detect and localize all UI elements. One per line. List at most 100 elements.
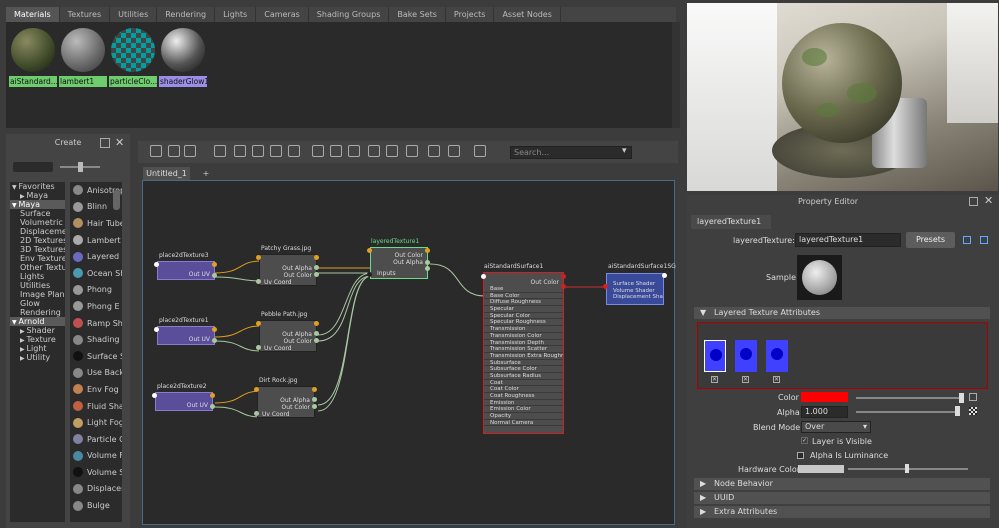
connection-port[interactable] [314, 331, 319, 336]
float-panel-icon[interactable] [969, 197, 978, 206]
shader-attribute[interactable]: Opacity [484, 413, 563, 420]
node-patchy[interactable]: Out Alpha Out Color Uv Coord [259, 254, 317, 286]
create-node-item[interactable]: Displacement [70, 481, 122, 498]
connection-port[interactable] [210, 404, 215, 409]
shader-attribute[interactable]: Specular Roughness [484, 319, 563, 327]
toolbar-button[interactable] [252, 145, 264, 157]
material-swatch[interactable]: shaderGlow1 [159, 25, 207, 87]
connection-port[interactable] [312, 397, 317, 402]
shader-attribute[interactable]: Normal Camera [484, 420, 563, 427]
sg-attribute[interactable]: Surface Shader [607, 281, 663, 288]
tree-item[interactable]: Image Planes [10, 290, 65, 299]
section-extra-attributes[interactable]: ▶ Extra Attributes [694, 506, 990, 518]
section-uuid[interactable]: ▶ UUID [694, 492, 990, 504]
shader-attribute[interactable]: Emission [484, 400, 563, 407]
toolbar-button[interactable] [406, 145, 418, 157]
color-slider[interactable] [856, 397, 960, 399]
tree-item[interactable]: Env Textures [10, 254, 65, 263]
toolbar-button[interactable] [150, 145, 162, 157]
tree-item[interactable]: Utilities [10, 281, 65, 290]
node-sg[interactable]: Surface Shader Volume Shader Displacement … [606, 273, 664, 305]
remove-layer-icon[interactable]: ✕ [711, 376, 718, 383]
connection-port[interactable] [256, 279, 261, 284]
layer-visible-checkbox[interactable]: ✓ [801, 437, 808, 444]
slider-knob[interactable] [78, 162, 83, 172]
create-node-item[interactable]: Layered [70, 248, 122, 265]
slider-knob[interactable] [955, 406, 960, 416]
connection-port[interactable] [212, 262, 217, 267]
alpha-luminance-checkbox[interactable] [797, 452, 804, 459]
connection-port[interactable] [256, 345, 261, 350]
tab-projects[interactable]: Projects [446, 7, 495, 22]
create-node-item[interactable]: Particle Cloud [70, 431, 122, 448]
tree-item[interactable]: ▶ Light [10, 344, 65, 353]
shader-attribute[interactable]: Coat [484, 380, 563, 387]
connection-port[interactable] [254, 411, 259, 416]
alpha-field[interactable]: 1.000 [801, 406, 848, 418]
remove-layer-icon[interactable]: ✕ [773, 376, 780, 383]
create-node-item[interactable]: Light Fog [70, 414, 122, 431]
tree-item[interactable]: 2D Textures [10, 236, 65, 245]
tab-textures[interactable]: Textures [60, 7, 111, 22]
tree-item[interactable]: Displacement [10, 227, 65, 236]
focus-icon[interactable] [963, 236, 971, 244]
tree-item[interactable]: ▼ Favorites [10, 182, 65, 191]
shader-attribute[interactable]: Coat Color [484, 386, 563, 393]
tab-materials[interactable]: Materials [6, 7, 60, 22]
node-p2[interactable]: Out UV [155, 392, 213, 411]
create-node-item[interactable]: Use Background [70, 365, 122, 382]
toolbar-button[interactable] [168, 145, 180, 157]
create-node-item[interactable]: Bulge [70, 497, 122, 514]
connection-port[interactable] [314, 272, 319, 277]
connection-port[interactable] [603, 284, 608, 289]
toolbar-button[interactable] [386, 145, 398, 157]
slider-knob[interactable] [959, 393, 964, 403]
shader-attribute[interactable]: Transmission Color [484, 333, 563, 340]
tree-item[interactable]: ▶ Texture [10, 335, 65, 344]
swatch-scrollbar[interactable] [672, 22, 680, 128]
toolbar-button[interactable] [312, 145, 324, 157]
node-p1[interactable]: Out UV [157, 326, 215, 345]
toolbar-button[interactable] [348, 145, 360, 157]
create-node-item[interactable]: Lambert [70, 232, 122, 249]
material-swatch[interactable]: aiStandard... [9, 25, 57, 87]
connection-port[interactable] [212, 327, 217, 332]
shader-attribute[interactable]: Base Color [484, 293, 563, 300]
shader-attribute[interactable]: Diffuse Roughness [484, 299, 563, 307]
material-swatch[interactable]: lambert1 [59, 25, 107, 87]
close-icon[interactable]: ✕ [984, 194, 993, 207]
close-icon[interactable]: ✕ [115, 136, 124, 149]
tree-item[interactable]: ▶ Utility [10, 353, 65, 362]
create-node-item[interactable]: Shading Map [70, 331, 122, 348]
shader-attribute[interactable]: Transmission Extra Roughness [484, 353, 563, 360]
shader-attribute[interactable]: Transmission [484, 326, 563, 333]
connection-port[interactable] [210, 393, 215, 398]
node-layered[interactable]: Out Color Out Alpha Inputs [370, 247, 428, 279]
connection-port[interactable] [212, 273, 217, 278]
connection-port[interactable] [314, 265, 319, 270]
node-p3[interactable]: Out UV [157, 261, 215, 280]
tree-item[interactable]: Surface [10, 209, 65, 218]
toolbar-button[interactable] [270, 145, 282, 157]
connection-port[interactable] [314, 255, 319, 260]
node-name-field[interactable]: layeredTexture1 [795, 233, 901, 247]
tab-layeredtexture1[interactable]: layeredTexture1 [691, 215, 771, 229]
shader-attribute[interactable]: Base [484, 286, 563, 293]
node-search-input[interactable]: Search... [510, 146, 632, 159]
section-node-behavior[interactable]: ▶ Node Behavior [694, 478, 990, 490]
tab-utilities[interactable]: Utilities [110, 7, 158, 22]
shader-attribute[interactable]: Emission Color [484, 406, 563, 414]
tab-untitled-1[interactable]: Untitled_1 [143, 167, 190, 180]
connection-port[interactable] [561, 284, 566, 289]
connection-port[interactable] [254, 387, 259, 392]
toolbar-button[interactable] [448, 145, 460, 157]
create-node-item[interactable]: Env Fog [70, 381, 122, 398]
create-node-item[interactable]: Ocean Shader [70, 265, 122, 282]
tree-item[interactable]: ▼ Maya [10, 200, 65, 209]
tab-shading-groups[interactable]: Shading Groups [309, 7, 390, 22]
layer-swatch[interactable] [735, 340, 757, 372]
tree-item[interactable]: Other Textures [10, 263, 65, 272]
connection-port[interactable] [212, 338, 217, 343]
layer-swatch[interactable] [766, 340, 788, 372]
copy-tab-icon[interactable] [980, 236, 988, 244]
